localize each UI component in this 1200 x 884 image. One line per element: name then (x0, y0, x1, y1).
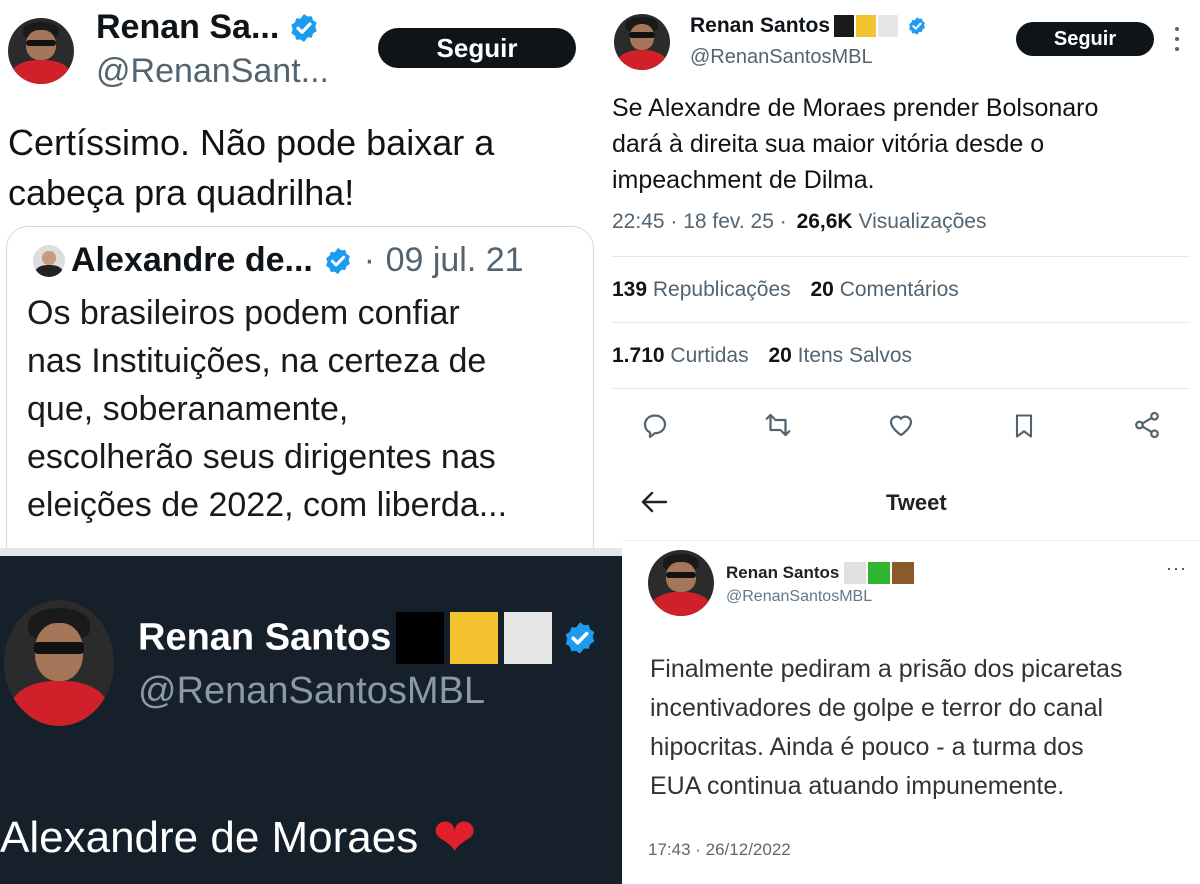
flag-white-icon (503, 612, 552, 664)
reposts-count[interactable]: 139 (612, 278, 647, 301)
author-name-row: Renan Santos (690, 14, 927, 38)
reply-icon[interactable] (640, 410, 670, 445)
comments-count[interactable]: 20 (811, 278, 834, 301)
follow-button[interactable]: Seguir (1016, 22, 1154, 56)
tweet-text: Certíssimo. Não pode baixar a cabeça pra… (8, 118, 494, 218)
quote-date[interactable]: 09 jul. 21 (386, 241, 524, 279)
views-count: 26,6K (796, 210, 853, 233)
tweet-text-line: EUA continua atuando impunemente. (650, 772, 1065, 800)
tweet-timestamp[interactable]: 17:43 · 26/12/2022 (648, 840, 791, 860)
flag-yellow-icon (449, 612, 498, 664)
verified-badge-icon (288, 12, 320, 44)
flag-black-icon (834, 15, 855, 37)
author-name-row: Renan Santos (726, 562, 914, 584)
more-vertical-icon[interactable] (1172, 24, 1182, 54)
retweet-icon[interactable] (762, 410, 794, 445)
bookmark-icon[interactable] (1010, 410, 1038, 447)
author-handle[interactable]: @RenanSantosMBL (726, 588, 872, 606)
tweet-text-line: Se Alexandre de Moraes prender Bolsonaro (612, 94, 1099, 122)
verified-badge-icon (323, 246, 353, 276)
flag-brown-icon (891, 562, 914, 584)
tweet-screenshot-3: Renan Santos @RenanSantosMBL Alexandre d… (0, 556, 622, 884)
more-options-icon[interactable]: ··· (1166, 558, 1187, 579)
flag-white-icon (843, 562, 866, 584)
tweet-screenshot-4: Tweet Renan Santos @RenanSantosMBL ··· F… (622, 470, 1200, 884)
quote-text-line: que, soberanamente, (27, 390, 349, 428)
likes-count[interactable]: 1.710 (612, 344, 665, 367)
author-name-row: Renan Sa... (96, 8, 320, 48)
quote-avatar[interactable] (33, 245, 65, 277)
quote-header: Alexandre de... · 09 jul. 21 (71, 241, 524, 280)
tweet-text-line: Certíssimo. Não pode baixar a (8, 122, 495, 163)
tweet-meta: 22:45 · 18 fev. 25 · 26,6K Visualizações (612, 210, 986, 234)
follow-button[interactable]: Seguir (378, 28, 576, 68)
tweet-text-line: dará à direita sua maior vitória desde o (612, 130, 1045, 158)
author-name[interactable]: Renan Santos (690, 14, 830, 37)
author-handle[interactable]: @RenanSantosMBL (138, 670, 485, 713)
tweet-text: Finalmente pediram a prisão dos picareta… (650, 650, 1122, 806)
quote-text-line: Os brasileiros podem confiar (27, 294, 460, 332)
tweet-text-line: impeachment de Dilma. (612, 166, 875, 194)
stats-row-1: 139 Republicações 20 Comentários (612, 278, 959, 302)
tweet-text-line: Finalmente pediram a prisão dos picareta… (650, 655, 1123, 683)
avatar[interactable] (648, 550, 714, 616)
page-title: Tweet (886, 490, 947, 515)
reposts-label[interactable]: Republicações (653, 278, 791, 301)
tweet-screenshot-2: Renan Santos @RenanSantosMBL Seguir Se A… (600, 0, 1200, 460)
author-handle[interactable]: @RenanSantosMBL (690, 46, 873, 69)
author-handle[interactable]: @RenanSant... (96, 52, 329, 91)
tweet-text-line: cabeça pra quadrilha! (8, 172, 355, 213)
views-label: Visualizações (858, 210, 987, 233)
tweet-text-line: hipocritas. Ainda é pouco - a turma dos (650, 733, 1084, 761)
saves-count[interactable]: 20 (768, 344, 791, 367)
author-name-row: Renan Santos (138, 612, 598, 664)
divider (622, 540, 1200, 541)
verified-badge-icon (907, 16, 927, 36)
tweet-screenshot-1: Renan Sa... @RenanSant... Seguir Certíss… (0, 0, 600, 548)
author-name[interactable]: Renan Santos (138, 617, 391, 659)
share-icon[interactable] (1132, 410, 1162, 445)
quote-text-line: escolherão seus dirigentes nas (27, 438, 496, 476)
comments-label[interactable]: Comentários (840, 278, 959, 301)
like-icon[interactable] (886, 410, 916, 445)
divider (612, 388, 1190, 389)
quote-text-line: eleições de 2022, com liberda... (27, 486, 508, 524)
quoted-tweet[interactable]: Alexandre de... · 09 jul. 21 Os brasilei… (6, 226, 594, 548)
divider (0, 548, 622, 556)
flag-green-icon (867, 562, 890, 584)
avatar[interactable] (4, 600, 114, 726)
stats-row-2: 1.710 Curtidas 20 Itens Salvos (612, 344, 912, 368)
divider (612, 322, 1190, 323)
author-name[interactable]: Renan Santos (726, 563, 839, 582)
quote-separator: · (363, 241, 376, 279)
saves-label[interactable]: Itens Salvos (798, 344, 912, 367)
tweet-text: Alexandre de Moraes ❤ (0, 808, 476, 868)
quote-text-line: nas Instituições, na certeza de (27, 342, 487, 380)
flag-yellow-icon (856, 15, 877, 37)
tweet-text: Se Alexandre de Moraes prender Bolsonaro… (612, 90, 1098, 198)
quote-author-name[interactable]: Alexandre de... (71, 241, 313, 279)
avatar[interactable] (8, 18, 74, 84)
flag-white-icon (878, 15, 899, 37)
likes-label[interactable]: Curtidas (670, 344, 748, 367)
back-arrow-icon[interactable] (640, 490, 668, 519)
avatar[interactable] (614, 14, 670, 70)
author-name[interactable]: Renan Sa... (96, 8, 279, 46)
tweet-text-line: incentivadores de golpe e terror do cana… (650, 694, 1104, 722)
red-heart-icon: ❤ (432, 809, 477, 867)
tweet-timestamp[interactable]: 22:45 · 18 fev. 25 · (612, 210, 787, 233)
tweet-text-line: Alexandre de Moraes (0, 813, 419, 862)
divider (612, 256, 1190, 257)
verified-badge-icon (562, 620, 598, 656)
flag-black-icon (395, 612, 444, 664)
quote-text: Os brasileiros podem confiar nas Institu… (27, 289, 507, 529)
